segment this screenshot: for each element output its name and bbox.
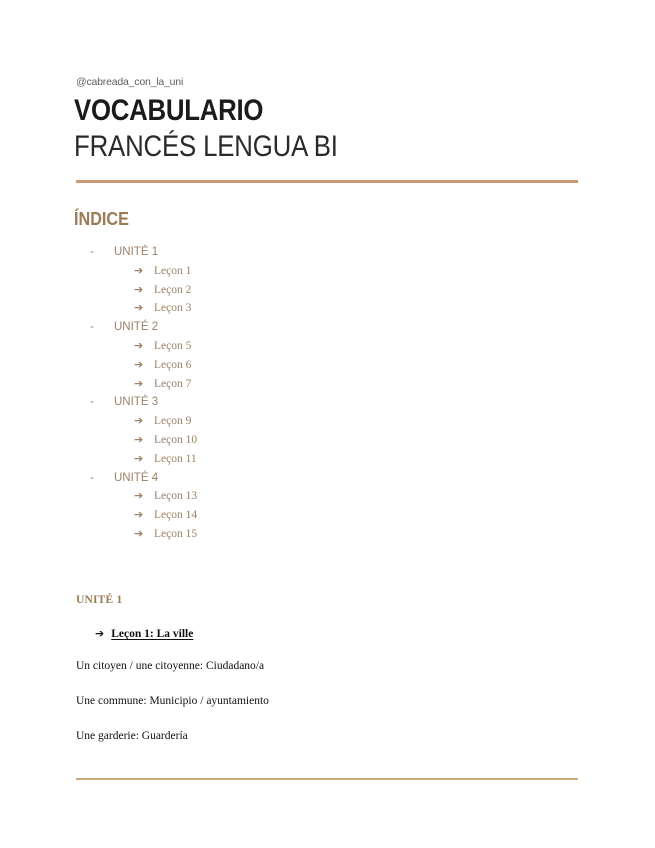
index-lesson-row[interactable]: ➔ Leçon 6 bbox=[76, 357, 476, 378]
index-lesson-label: Leçon 1 bbox=[154, 264, 192, 277]
arrow-right-icon: ➔ bbox=[134, 451, 144, 465]
arrow-right-icon: ➔ bbox=[134, 301, 144, 315]
index-unit-row[interactable]: - UNITÉ 3 bbox=[76, 396, 476, 415]
arrow-right-icon: ➔ bbox=[134, 414, 144, 428]
document-page: @cabreada_con_la_uni VOCABULARIO FRANCÉS… bbox=[0, 0, 655, 848]
index-lesson-label: Leçon 10 bbox=[154, 433, 198, 446]
dash-bullet-icon: - bbox=[90, 471, 94, 484]
index-lesson-row[interactable]: ➔ Leçon 10 bbox=[76, 432, 476, 453]
index-unit-label: UNITÉ 4 bbox=[114, 471, 159, 484]
vocabulary-entry: Une garderie: Guardería bbox=[76, 730, 188, 742]
header-divider bbox=[76, 180, 578, 183]
arrow-right-icon: ➔ bbox=[134, 282, 144, 296]
index-lesson-label: Leçon 14 bbox=[154, 509, 198, 522]
lesson-heading-label: Leçon 1: La ville bbox=[111, 628, 194, 640]
index-lesson-label: Leçon 11 bbox=[154, 452, 197, 465]
dash-bullet-icon: - bbox=[90, 246, 94, 258]
index-lesson-label: Leçon 9 bbox=[154, 415, 192, 428]
document-title-main: VOCABULARIO bbox=[74, 94, 264, 127]
index-lesson-label: Leçon 13 bbox=[154, 490, 198, 503]
arrow-right-icon: ➔ bbox=[134, 526, 144, 540]
footer-divider bbox=[76, 778, 578, 780]
arrow-right-icon: ➔ bbox=[95, 627, 105, 640]
document-title-subtitle: FRANCÉS LENGUA BI bbox=[74, 130, 338, 163]
index-lesson-label: Leçon 15 bbox=[154, 527, 198, 540]
arrow-right-icon: ➔ bbox=[134, 508, 144, 522]
vocabulary-entry: Une commune: Municipio / ayuntamiento bbox=[76, 695, 269, 707]
section-heading-unite-1: UNITÉ 1 bbox=[76, 594, 123, 606]
index-lesson-label: Leçon 5 bbox=[154, 339, 192, 352]
arrow-right-icon: ➔ bbox=[134, 357, 144, 371]
arrow-right-icon: ➔ bbox=[134, 376, 144, 390]
index-lesson-row[interactable]: ➔ Leçon 9 bbox=[76, 414, 476, 434]
index-lesson-label: Leçon 7 bbox=[154, 377, 192, 390]
index-lesson-label: Leçon 3 bbox=[154, 302, 192, 315]
author-handle: @cabreada_con_la_uni bbox=[76, 76, 184, 88]
index-unit-label: UNITÉ 3 bbox=[114, 396, 159, 409]
index-lesson-row[interactable]: ➔ Leçon 5 bbox=[76, 338, 476, 359]
dash-bullet-icon: - bbox=[90, 321, 94, 334]
index-lesson-row[interactable]: ➔ Leçon 15 bbox=[76, 526, 476, 547]
arrow-right-icon: ➔ bbox=[134, 489, 144, 503]
index-lesson-row[interactable]: ➔ Leçon 7 bbox=[76, 376, 476, 397]
index-unit-label: UNITÉ 2 bbox=[114, 321, 159, 334]
vocabulary-list: Un citoyen / une citoyenne: Ciudadano/a U… bbox=[76, 660, 536, 765]
index-unit-row[interactable]: - UNITÉ 2 bbox=[76, 321, 476, 340]
index-unit-row[interactable]: - UNITÉ 4 bbox=[76, 472, 476, 491]
index-lesson-row[interactable]: ➔ Leçon 11 bbox=[76, 451, 476, 472]
index-lesson-label: Leçon 6 bbox=[154, 358, 192, 371]
arrow-right-icon: ➔ bbox=[134, 338, 144, 352]
index-unit-row[interactable]: - UNITÉ 1 bbox=[76, 246, 476, 265]
index-lesson-row[interactable]: ➔ Leçon 13 bbox=[76, 489, 476, 509]
arrow-right-icon: ➔ bbox=[134, 263, 144, 277]
index-unit-label: UNITÉ 1 bbox=[114, 246, 159, 258]
index-lesson-row[interactable]: ➔ Leçon 3 bbox=[76, 301, 476, 321]
dash-bullet-icon: - bbox=[90, 396, 94, 409]
vocabulary-entry: Un citoyen / une citoyenne: Ciudadano/a bbox=[76, 660, 265, 672]
index-heading: ÍNDICE bbox=[74, 209, 129, 229]
index-list: - UNITÉ 1 ➔ Leçon 1 ➔ Leçon 2 ➔ Leçon 3 - UNITÉ 2… bbox=[76, 246, 476, 547]
index-lesson-row[interactable]: ➔ Leçon 14 bbox=[76, 508, 476, 528]
arrow-right-icon: ➔ bbox=[134, 432, 144, 446]
index-lesson-label: Leçon 2 bbox=[154, 283, 192, 296]
index-lesson-row[interactable]: ➔ Leçon 2 bbox=[76, 282, 476, 303]
index-lesson-row[interactable]: ➔ Leçon 1 bbox=[76, 263, 476, 284]
lesson-heading-lecon-1: ➔ Leçon 1: La ville bbox=[95, 627, 193, 640]
